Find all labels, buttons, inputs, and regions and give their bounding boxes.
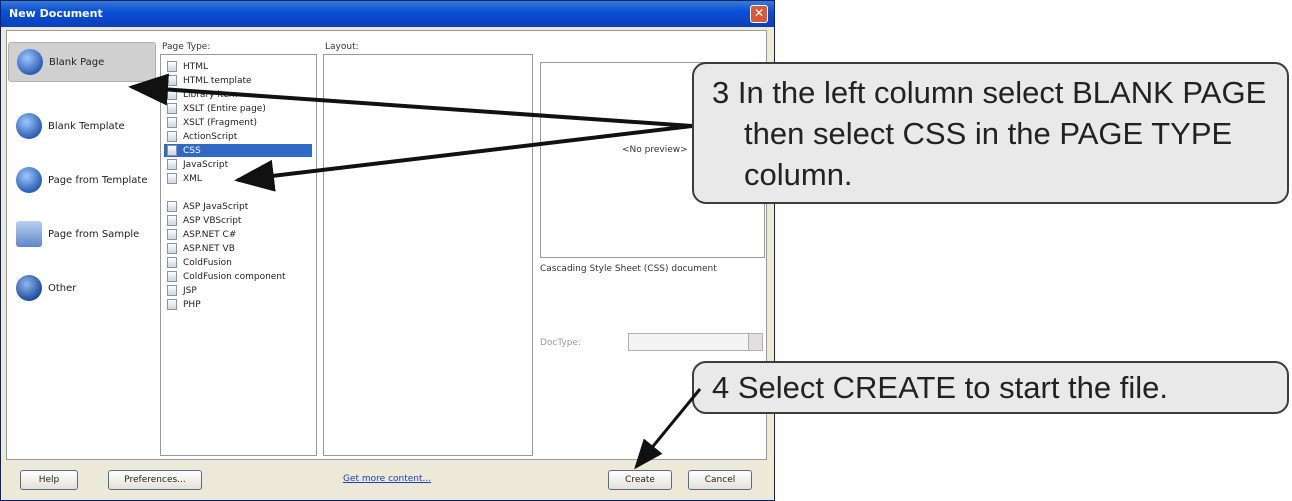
arrow-to-css [234,124,693,192]
annotation-arrows [128,73,702,470]
arrow-to-create [634,388,702,470]
arrow-to-blank-page [128,73,693,128]
